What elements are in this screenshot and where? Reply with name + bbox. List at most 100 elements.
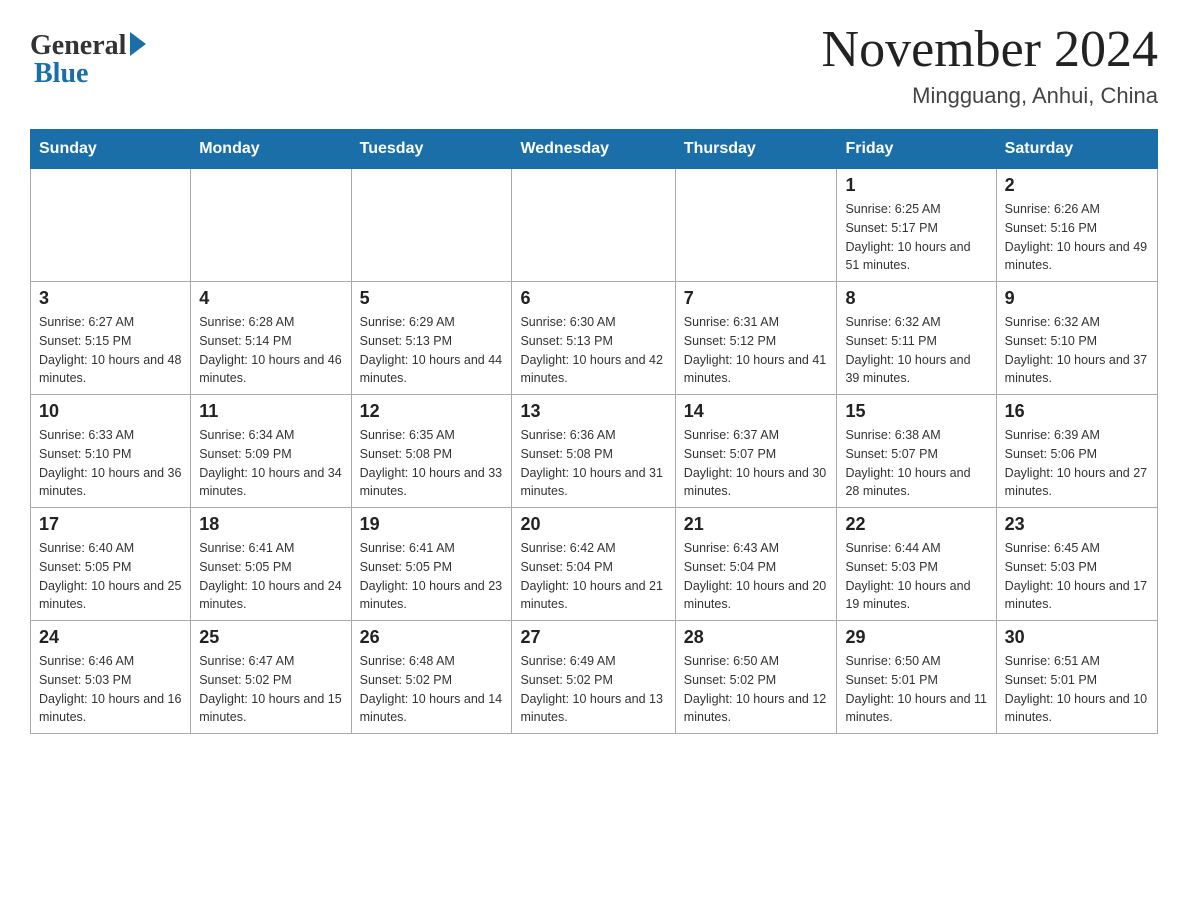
calendar-cell: [191, 169, 351, 282]
day-number: 24: [39, 627, 182, 648]
day-info: Sunrise: 6:40 AMSunset: 5:05 PMDaylight:…: [39, 539, 182, 614]
day-number: 14: [684, 401, 829, 422]
logo-blue-text: Blue: [30, 58, 146, 90]
day-info: Sunrise: 6:38 AMSunset: 5:07 PMDaylight:…: [845, 426, 987, 501]
calendar-cell: 11Sunrise: 6:34 AMSunset: 5:09 PMDayligh…: [191, 395, 351, 508]
day-info: Sunrise: 6:34 AMSunset: 5:09 PMDaylight:…: [199, 426, 342, 501]
day-info: Sunrise: 6:30 AMSunset: 5:13 PMDaylight:…: [520, 313, 666, 388]
day-number: 8: [845, 288, 987, 309]
calendar-cell: 22Sunrise: 6:44 AMSunset: 5:03 PMDayligh…: [837, 508, 996, 621]
calendar-cell: 16 Sunrise: 6:39 AMSunset: 5:06 PMDayligh…: [996, 395, 1157, 508]
calendar-cell: [351, 169, 512, 282]
location-subtitle: Mingguang, Anhui, China: [822, 83, 1158, 109]
column-header-monday: Monday: [191, 130, 351, 169]
calendar-cell: 10 Sunrise: 6:33 AMSunset: 5:10 PMDayligh…: [31, 395, 191, 508]
day-info: Sunrise: 6:45 AMSunset: 5:03 PMDaylight:…: [1005, 539, 1149, 614]
calendar-week-row: 1 Sunrise: 6:25 AMSunset: 5:17 PMDaylight…: [31, 169, 1158, 282]
day-info: Sunrise: 6:41 AMSunset: 5:05 PMDaylight:…: [360, 539, 504, 614]
day-number: 28: [684, 627, 829, 648]
day-number: 1: [845, 175, 987, 196]
day-info: Sunrise: 6:31 AMSunset: 5:12 PMDaylight:…: [684, 313, 829, 388]
calendar-cell: 26 Sunrise: 6:48 AMSunset: 5:02 PMDayligh…: [351, 621, 512, 734]
day-info: Sunrise: 6:43 AMSunset: 5:04 PMDaylight:…: [684, 539, 829, 614]
column-header-sunday: Sunday: [31, 130, 191, 169]
day-number: 25: [199, 627, 342, 648]
day-info: Sunrise: 6:25 AMSunset: 5:17 PMDaylight:…: [845, 200, 987, 275]
calendar-cell: 27 Sunrise: 6:49 AMSunset: 5:02 PMDayligh…: [512, 621, 675, 734]
day-info: Sunrise: 6:46 AMSunset: 5:03 PMDaylight:…: [39, 652, 182, 727]
day-number: 10: [39, 401, 182, 422]
calendar-cell: 7 Sunrise: 6:31 AMSunset: 5:12 PMDaylight…: [675, 282, 837, 395]
calendar-week-row: 17 Sunrise: 6:40 AMSunset: 5:05 PMDayligh…: [31, 508, 1158, 621]
day-info: Sunrise: 6:42 AMSunset: 5:04 PMDaylight:…: [520, 539, 666, 614]
column-header-saturday: Saturday: [996, 130, 1157, 169]
day-info: Sunrise: 6:36 AMSunset: 5:08 PMDaylight:…: [520, 426, 666, 501]
day-number: 3: [39, 288, 182, 309]
calendar-cell: 18Sunrise: 6:41 AMSunset: 5:05 PMDayligh…: [191, 508, 351, 621]
day-info: Sunrise: 6:35 AMSunset: 5:08 PMDaylight:…: [360, 426, 504, 501]
day-number: 29: [845, 627, 987, 648]
calendar-cell: 3 Sunrise: 6:27 AMSunset: 5:15 PMDaylight…: [31, 282, 191, 395]
day-info: Sunrise: 6:48 AMSunset: 5:02 PMDaylight:…: [360, 652, 504, 727]
column-header-friday: Friday: [837, 130, 996, 169]
day-number: 23: [1005, 514, 1149, 535]
calendar-cell: 14 Sunrise: 6:37 AMSunset: 5:07 PMDayligh…: [675, 395, 837, 508]
day-info: Sunrise: 6:37 AMSunset: 5:07 PMDaylight:…: [684, 426, 829, 501]
day-info: Sunrise: 6:50 AMSunset: 5:01 PMDaylight:…: [845, 652, 987, 727]
column-header-tuesday: Tuesday: [351, 130, 512, 169]
day-number: 7: [684, 288, 829, 309]
day-number: 5: [360, 288, 504, 309]
day-number: 17: [39, 514, 182, 535]
day-number: 6: [520, 288, 666, 309]
calendar-cell: 25Sunrise: 6:47 AMSunset: 5:02 PMDayligh…: [191, 621, 351, 734]
calendar-cell: 30Sunrise: 6:51 AMSunset: 5:01 PMDayligh…: [996, 621, 1157, 734]
page-header: General Blue November 2024 Mingguang, An…: [30, 20, 1158, 109]
day-number: 15: [845, 401, 987, 422]
day-number: 9: [1005, 288, 1149, 309]
day-info: Sunrise: 6:27 AMSunset: 5:15 PMDaylight:…: [39, 313, 182, 388]
day-info: Sunrise: 6:28 AMSunset: 5:14 PMDaylight:…: [199, 313, 342, 388]
calendar-cell: 2 Sunrise: 6:26 AMSunset: 5:16 PMDaylight…: [996, 169, 1157, 282]
calendar-cell: 24 Sunrise: 6:46 AMSunset: 5:03 PMDayligh…: [31, 621, 191, 734]
calendar-cell: 8 Sunrise: 6:32 AMSunset: 5:11 PMDaylight…: [837, 282, 996, 395]
day-number: 18: [199, 514, 342, 535]
calendar-cell: [675, 169, 837, 282]
calendar-cell: 19 Sunrise: 6:41 AMSunset: 5:05 PMDayligh…: [351, 508, 512, 621]
calendar-week-row: 24 Sunrise: 6:46 AMSunset: 5:03 PMDayligh…: [31, 621, 1158, 734]
month-year-title: November 2024: [822, 20, 1158, 79]
day-number: 4: [199, 288, 342, 309]
calendar-cell: 28 Sunrise: 6:50 AMSunset: 5:02 PMDayligh…: [675, 621, 837, 734]
title-section: November 2024 Mingguang, Anhui, China: [822, 20, 1158, 109]
day-info: Sunrise: 6:39 AMSunset: 5:06 PMDaylight:…: [1005, 426, 1149, 501]
day-info: Sunrise: 6:32 AMSunset: 5:10 PMDaylight:…: [1005, 313, 1149, 388]
calendar-cell: 23 Sunrise: 6:45 AMSunset: 5:03 PMDayligh…: [996, 508, 1157, 621]
day-number: 12: [360, 401, 504, 422]
day-info: Sunrise: 6:29 AMSunset: 5:13 PMDaylight:…: [360, 313, 504, 388]
column-header-wednesday: Wednesday: [512, 130, 675, 169]
calendar-week-row: 10 Sunrise: 6:33 AMSunset: 5:10 PMDayligh…: [31, 395, 1158, 508]
calendar-cell: 9 Sunrise: 6:32 AMSunset: 5:10 PMDaylight…: [996, 282, 1157, 395]
calendar-cell: [512, 169, 675, 282]
calendar-cell: 5 Sunrise: 6:29 AMSunset: 5:13 PMDaylight…: [351, 282, 512, 395]
day-number: 20: [520, 514, 666, 535]
day-number: 22: [845, 514, 987, 535]
calendar-cell: 12 Sunrise: 6:35 AMSunset: 5:08 PMDayligh…: [351, 395, 512, 508]
day-number: 21: [684, 514, 829, 535]
day-number: 2: [1005, 175, 1149, 196]
day-info: Sunrise: 6:33 AMSunset: 5:10 PMDaylight:…: [39, 426, 182, 501]
day-info: Sunrise: 6:49 AMSunset: 5:02 PMDaylight:…: [520, 652, 666, 727]
day-info: Sunrise: 6:26 AMSunset: 5:16 PMDaylight:…: [1005, 200, 1149, 275]
calendar-cell: 20 Sunrise: 6:42 AMSunset: 5:04 PMDayligh…: [512, 508, 675, 621]
day-number: 16: [1005, 401, 1149, 422]
day-number: 13: [520, 401, 666, 422]
day-info: Sunrise: 6:32 AMSunset: 5:11 PMDaylight:…: [845, 313, 987, 388]
calendar-cell: 1 Sunrise: 6:25 AMSunset: 5:17 PMDaylight…: [837, 169, 996, 282]
calendar-week-row: 3 Sunrise: 6:27 AMSunset: 5:15 PMDaylight…: [31, 282, 1158, 395]
day-info: Sunrise: 6:50 AMSunset: 5:02 PMDaylight:…: [684, 652, 829, 727]
day-number: 26: [360, 627, 504, 648]
day-number: 19: [360, 514, 504, 535]
calendar-cell: 4 Sunrise: 6:28 AMSunset: 5:14 PMDaylight…: [191, 282, 351, 395]
day-number: 27: [520, 627, 666, 648]
calendar-table: SundayMondayTuesdayWednesdayThursdayFrid…: [30, 129, 1158, 734]
day-info: Sunrise: 6:51 AMSunset: 5:01 PMDaylight:…: [1005, 652, 1149, 727]
